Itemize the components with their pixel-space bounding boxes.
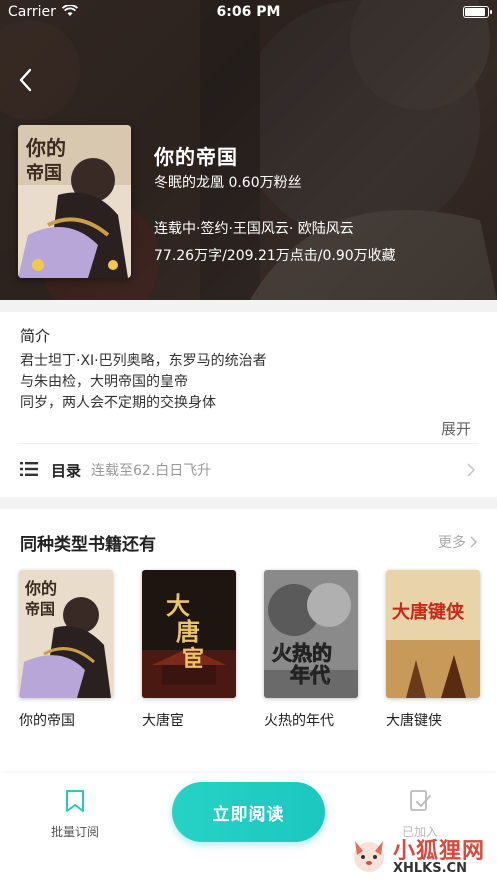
svg-text:帝国: 帝国: [25, 600, 55, 618]
shelf-check-icon: [410, 790, 431, 811]
similar-book-name: 你的帝国: [19, 713, 75, 729]
toc-label: 目录: [51, 462, 82, 480]
svg-text:宦: 宦: [182, 646, 204, 672]
bookmark-icon: [66, 790, 84, 812]
similar-book-item[interactable]: 你的 帝国 你的帝国: [19, 570, 115, 730]
more-button[interactable]: 更多: [438, 532, 477, 552]
intro-line: 君士坦丁·XI·巴列奥略，东罗马的统治者: [20, 353, 267, 369]
similar-book-item[interactable]: 大唐键侠 大唐键侠: [386, 570, 482, 730]
book-header: Carrier 6:06 PM 你的 帝国 你的帝国 冬眠的龙凰 0.60万粉丝…: [0, 0, 497, 300]
book-stats: 77.26万字/209.21万点击/0.90万收藏: [154, 248, 396, 264]
battery-icon: [463, 6, 492, 18]
chevron-right-icon: [467, 462, 476, 481]
toc-status: 连载至62.白日飞升: [91, 463, 212, 479]
svg-text:年代: 年代: [290, 663, 330, 687]
fox-logo-icon: [354, 841, 384, 872]
author-fans[interactable]: 冬眠的龙凰 0.60万粉丝: [154, 172, 302, 192]
svg-text:你的: 你的: [25, 136, 66, 160]
intro-section: 简介 君士坦丁·XI·巴列奥略，东罗马的统治者 与朱由检，大明帝国的皇帝 同岁，…: [0, 312, 497, 497]
similar-heading: 同种类型书籍还有: [20, 535, 156, 555]
watermark-domain: XHLKS.CN: [393, 861, 467, 876]
read-now-button[interactable]: 立即阅读: [172, 782, 325, 842]
intro-heading: 简介: [20, 327, 51, 345]
similar-book-item[interactable]: 大 唐 宦 大唐宦: [142, 570, 238, 730]
svg-text:你的: 你的: [24, 579, 57, 598]
similar-book-cover: 大唐键侠: [386, 570, 480, 698]
batch-subscribe-label: 批量订阅: [50, 825, 99, 839]
intro-line: 与朱由检，大明帝国的皇帝: [20, 374, 188, 390]
similar-book-name: 大唐宦: [142, 713, 184, 729]
status-bar: Carrier 6:06 PM: [0, 0, 497, 26]
chevron-left-icon: [19, 68, 32, 92]
list-icon: [20, 461, 38, 480]
similar-books-section: 同种类型书籍还有 更多 你的 帝国 你的帝国 大 唐 宦 大唐宦 火热的 年代 …: [0, 509, 497, 779]
intro-line: 同岁，两人会不定期的交换身体: [20, 395, 216, 411]
intro-text: 君士坦丁·XI·巴列奥略，东罗马的统治者 与朱由检，大明帝国的皇帝 同岁，两人会…: [20, 351, 267, 414]
book-tags: 连载中·签约·王国风云· 欧陆风云: [154, 221, 354, 237]
site-watermark: 小狐狸网 XHLKS.CN: [349, 833, 489, 881]
svg-text:帝国: 帝国: [26, 162, 62, 184]
similar-book-name: 大唐键侠: [386, 713, 442, 729]
similar-book-item[interactable]: 火热的 年代 火热的年代: [264, 570, 360, 730]
more-label: 更多: [438, 535, 466, 551]
svg-text:大: 大: [166, 591, 190, 620]
back-button[interactable]: [10, 62, 42, 98]
svg-text:火热的: 火热的: [272, 641, 332, 665]
svg-text:唐: 唐: [176, 617, 200, 646]
clock: 6:06 PM: [216, 4, 281, 20]
book-cover[interactable]: 你的 帝国: [18, 125, 131, 278]
book-title: 你的帝国: [154, 145, 238, 169]
cover-art: 你的 帝国: [18, 125, 131, 278]
svg-text:大唐键侠: 大唐键侠: [392, 601, 465, 623]
similar-book-cover: 火热的 年代: [264, 570, 358, 698]
expand-button[interactable]: 展开: [441, 418, 471, 439]
similar-book-name: 火热的年代: [264, 713, 334, 729]
similar-book-cover: 大 唐 宦: [142, 570, 236, 698]
similar-book-cover: 你的 帝国: [19, 570, 113, 698]
chevron-right-icon: [470, 536, 477, 548]
batch-subscribe-button[interactable]: 批量订阅: [40, 789, 110, 840]
table-of-contents-row[interactable]: 目录 连载至62.白日飞升: [0, 444, 497, 494]
